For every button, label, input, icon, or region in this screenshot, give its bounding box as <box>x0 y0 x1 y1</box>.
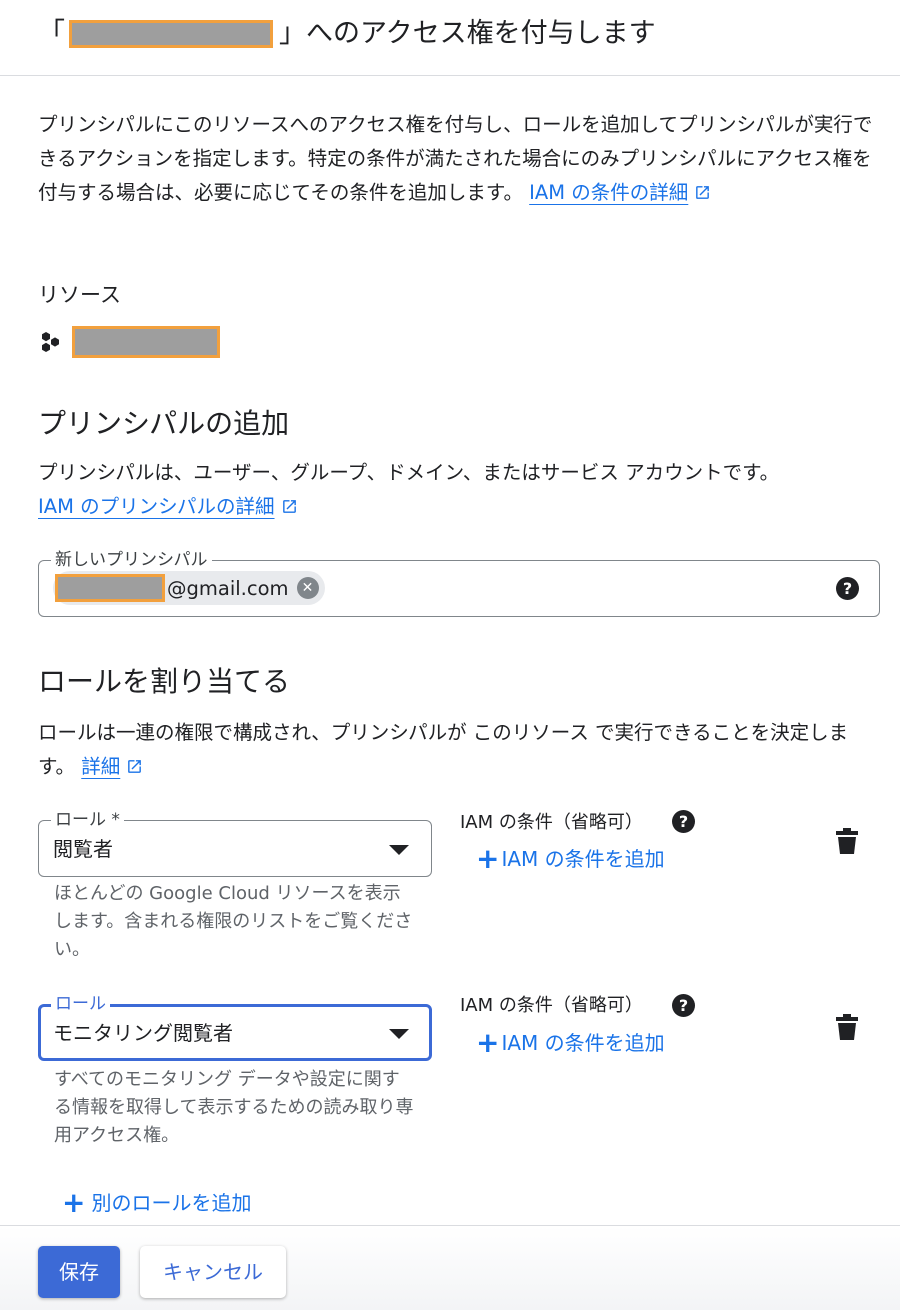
plus-icon: + <box>476 1026 500 1059</box>
intro-text: プリンシパルにこのリソースへのアクセス権を付与し、ロールを追加してプリンシパルが… <box>38 113 873 204</box>
delete-role-icon[interactable] <box>836 1014 858 1040</box>
delete-role-icon[interactable] <box>836 828 858 854</box>
title-text: 」へのアクセス権を付与します <box>279 18 656 49</box>
plus-icon: + <box>62 1186 86 1219</box>
add-condition-button-2[interactable]: + IAM の条件を追加 <box>476 1029 665 1057</box>
iam-principals-link[interactable]: IAM のプリンシパルの詳細 <box>38 495 275 518</box>
condition-label-2: IAM の条件（省略可） <box>460 995 643 1016</box>
save-button[interactable]: 保存 <box>38 1246 120 1298</box>
page-title: 「 」へのアクセス権を付与します <box>38 14 656 54</box>
iam-conditions-link[interactable]: IAM の条件の詳細 <box>529 181 688 204</box>
dropdown-arrow-icon <box>389 1029 409 1039</box>
roles-heading: ロールを割り当てる <box>38 665 291 698</box>
principals-heading: プリンシパルの追加 <box>38 407 290 440</box>
redacted-resource-name <box>69 20 273 48</box>
add-another-role-button[interactable]: + 別のロールを追加 <box>62 1188 251 1218</box>
help-icon[interactable]: ? <box>672 810 695 833</box>
role-select-label: ロール <box>51 993 110 1015</box>
help-icon[interactable]: ? <box>672 994 695 1017</box>
external-link-icon <box>282 500 296 513</box>
role-select-label: ロール * <box>51 809 124 831</box>
redacted-resource-id <box>72 326 220 358</box>
intro-paragraph: プリンシパルにこのリソースへのアクセス権を付与し、ロールを追加してプリンシパルが… <box>38 108 883 210</box>
help-icon[interactable]: ? <box>836 577 859 600</box>
new-principal-label: 新しいプリンシパル <box>51 549 212 571</box>
role-select-value: モニタリング閲覧者 <box>53 1021 233 1045</box>
resource-label: リソース <box>38 283 121 307</box>
roles-description: ロールは一連の権限で構成され、プリンシパルが このリソース で実行できることを決… <box>38 721 849 778</box>
plus-icon: + <box>476 842 500 875</box>
principal-chip[interactable]: @gmail.com ✕ <box>53 571 325 605</box>
cancel-button[interactable]: キャンセル <box>140 1246 286 1298</box>
chip-remove-icon[interactable]: ✕ <box>296 577 319 599</box>
redacted-email-user <box>55 574 165 602</box>
role-hint-1: ほとんどの Google Cloud リソースを表示します。含まれる権限のリスト… <box>54 883 413 960</box>
dialog-header: 「 」へのアクセス権を付与します <box>0 0 900 76</box>
dialog-footer: 保存 キャンセル <box>0 1225 900 1310</box>
roles-details-link[interactable]: 詳細 <box>81 755 120 778</box>
resource-row <box>38 326 220 358</box>
external-link-icon <box>696 186 710 199</box>
external-link-icon <box>128 760 142 773</box>
dropdown-arrow-icon <box>389 845 409 855</box>
principal-chip-text: @gmail.com <box>167 576 289 600</box>
role-select-value: 閲覧者 <box>53 837 113 861</box>
role-hint-2: すべてのモニタリング データや設定に関する情報を取得して表示するための読み取り専… <box>54 1069 414 1146</box>
role-select-1[interactable]: ロール * 閲覧者 <box>38 809 432 877</box>
principals-description: プリンシパルは、ユーザー、グループ、ドメイン、またはサービス アカウントです。 … <box>38 461 780 518</box>
role-select-2[interactable]: ロール モニタリング閲覧者 <box>38 993 432 1061</box>
add-condition-button-1[interactable]: + IAM の条件を追加 <box>476 845 665 873</box>
condition-label-1: IAM の条件（省略可） <box>460 812 643 833</box>
project-hexagons-icon <box>42 332 59 352</box>
new-principal-field[interactable]: 新しいプリンシパル @gmail.com ✕ ? <box>38 549 880 617</box>
title-open-bracket: 「 <box>38 18 65 49</box>
